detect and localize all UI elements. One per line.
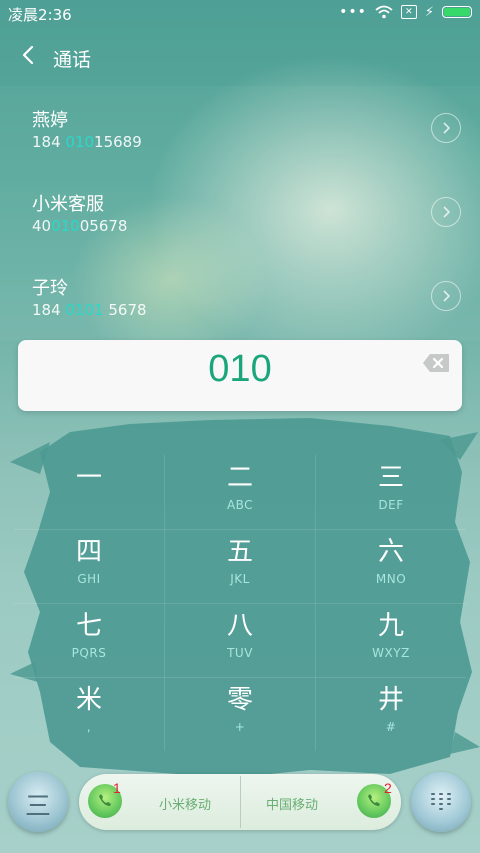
- key-star[interactable]: 米 ,: [14, 677, 164, 751]
- contact-item[interactable]: 燕婷 184 01015689: [0, 86, 480, 170]
- key-9[interactable]: 九 WXYZ: [316, 603, 466, 677]
- contact-detail-button[interactable]: [431, 197, 461, 227]
- contact-item[interactable]: 小米客服 4001005678: [0, 170, 480, 254]
- dialpad-icon: [431, 793, 451, 810]
- sim1-badge: 1: [113, 780, 121, 796]
- contact-detail-button[interactable]: [431, 281, 461, 311]
- sim1-label: 小米移动: [159, 798, 212, 813]
- key-2[interactable]: 二 ABC: [165, 455, 315, 529]
- charging-icon: ⚡: [424, 4, 434, 20]
- no-sim-icon: ✕: [400, 5, 417, 19]
- key-hash[interactable]: 井 #: [316, 677, 466, 751]
- contact-name: 燕婷: [32, 110, 68, 131]
- contact-number: 184 01015689: [32, 133, 142, 151]
- status-time: 凌晨2:36: [8, 6, 72, 24]
- key-0[interactable]: 零 +: [165, 677, 315, 751]
- matched-contacts-list: 燕婷 184 01015689 小米客服 4001005678 子玲 184 0…: [0, 86, 480, 341]
- sim2-label: 中国移动: [266, 798, 319, 813]
- key-1[interactable]: 一: [14, 455, 164, 529]
- contact-number: 4001005678: [32, 217, 128, 235]
- battery-icon: [442, 6, 472, 18]
- menu-button[interactable]: 三: [8, 772, 68, 832]
- chevron-right-icon: [443, 122, 451, 134]
- key-6[interactable]: 六 MNO: [316, 529, 466, 603]
- key-7[interactable]: 七 PQRS: [14, 603, 164, 677]
- sim-call-bar: 1 小米移动 中国移动 2: [79, 774, 401, 830]
- chevron-right-icon: [443, 206, 451, 218]
- status-bar: 凌晨2:36 ••• ✕ ⚡: [0, 0, 480, 28]
- contact-detail-button[interactable]: [431, 113, 461, 143]
- more-dots-icon: •••: [339, 4, 367, 20]
- key-4[interactable]: 四 GHI: [14, 529, 164, 603]
- menu-icon: 三: [24, 792, 51, 822]
- contact-number: 184 0101 5678: [32, 301, 147, 319]
- wifi-icon: [375, 5, 393, 19]
- toggle-keypad-button[interactable]: [411, 772, 471, 832]
- dialed-digits: 010: [208, 348, 272, 390]
- dial-input-box[interactable]: 010: [18, 340, 462, 411]
- sim2-badge: 2: [384, 780, 392, 796]
- call-sim1-button[interactable]: 1 小米移动: [79, 774, 240, 830]
- dial-keypad: 一 二 ABC 三 DEF 四 GHI 五 JKL 六 MNO 七 PQRS 八: [14, 455, 466, 751]
- contact-name: 小米客服: [32, 194, 104, 215]
- key-3[interactable]: 三 DEF: [316, 455, 466, 529]
- back-arrow-icon[interactable]: [18, 44, 40, 66]
- contact-name: 子玲: [32, 278, 68, 299]
- chevron-right-icon: [443, 290, 451, 302]
- page-title: 通话: [53, 49, 92, 71]
- contact-item[interactable]: 子玲 184 0101 5678: [0, 254, 480, 338]
- backspace-icon[interactable]: [422, 353, 450, 373]
- key-8[interactable]: 八 TUV: [165, 603, 315, 677]
- dialer-screen: 凌晨2:36 ••• ✕ ⚡ 通话 燕婷 184 01015689 小米客服 4…: [0, 0, 480, 853]
- app-header: 通话: [0, 36, 480, 80]
- status-icons: ••• ✕ ⚡: [339, 4, 472, 20]
- key-5[interactable]: 五 JKL: [165, 529, 315, 603]
- call-sim2-button[interactable]: 中国移动 2: [240, 774, 401, 830]
